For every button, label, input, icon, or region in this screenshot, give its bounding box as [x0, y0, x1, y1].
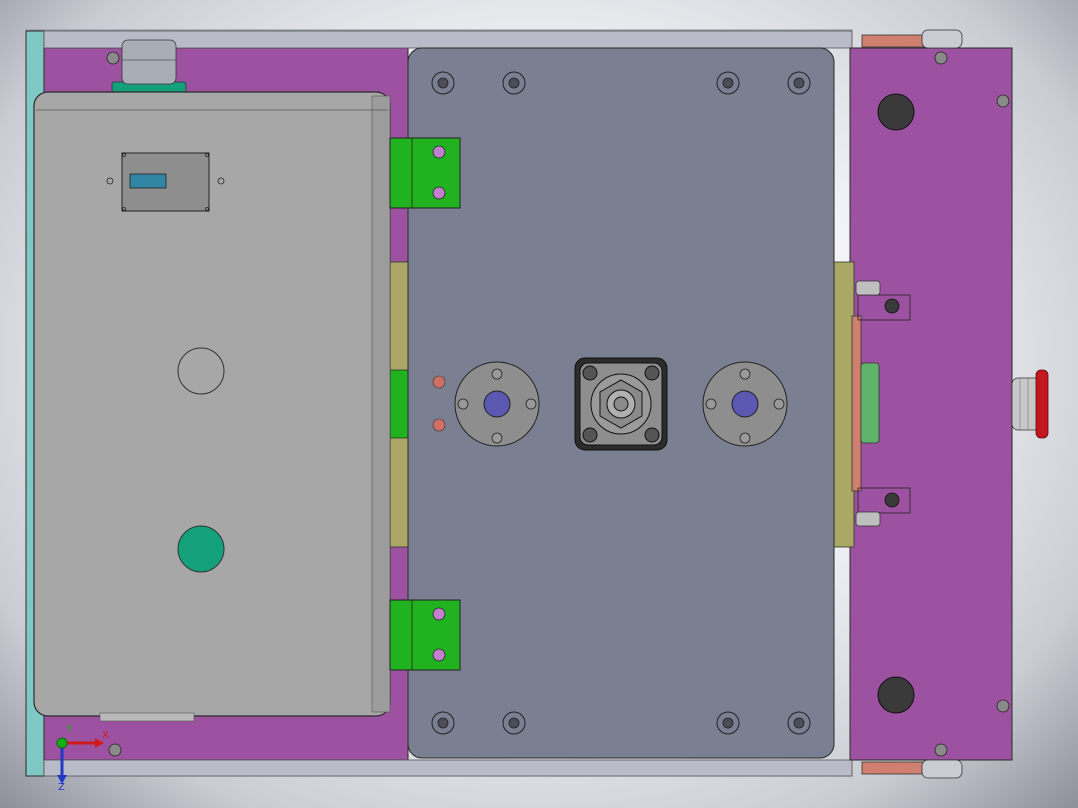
bottom-rail [43, 759, 853, 777]
indicator-dot-1 [432, 375, 446, 389]
right-port-top [877, 93, 915, 131]
cad-model-view[interactable] [0, 0, 1078, 808]
left-green-strip [389, 369, 409, 439]
start-button-icon[interactable] [177, 525, 225, 573]
left-bushing [454, 361, 540, 447]
housing-lip [371, 95, 391, 713]
right-pink-strip [851, 315, 862, 492]
right-port-bottom [877, 676, 915, 714]
x-axis-label: X [102, 730, 109, 741]
center-fitting [574, 357, 668, 451]
selector-switch-icon[interactable] [129, 173, 167, 189]
y-axis-label: Y [66, 724, 73, 735]
lower-green-bracket [389, 599, 461, 671]
upper-green-bracket [389, 137, 461, 209]
hinge-bottom [861, 761, 933, 775]
emergency-stop-icon[interactable] [1011, 369, 1049, 439]
right-olive-panel [833, 261, 855, 548]
indicator-dot-2 [432, 418, 446, 432]
hinge-top-knuckle [921, 29, 963, 49]
hinge-bottom-knuckle [921, 759, 963, 779]
coordinate-triad-icon: X Y Z [40, 724, 110, 795]
housing-foot [99, 712, 195, 722]
right-bushing [702, 361, 788, 447]
hinge-top [861, 34, 933, 48]
control-box-housing [33, 91, 391, 717]
z-axis-label: Z [58, 782, 65, 793]
cad-viewport[interactable]: X Y Z [0, 0, 1078, 808]
top-connector [121, 39, 177, 85]
right-green-tab [860, 362, 880, 444]
